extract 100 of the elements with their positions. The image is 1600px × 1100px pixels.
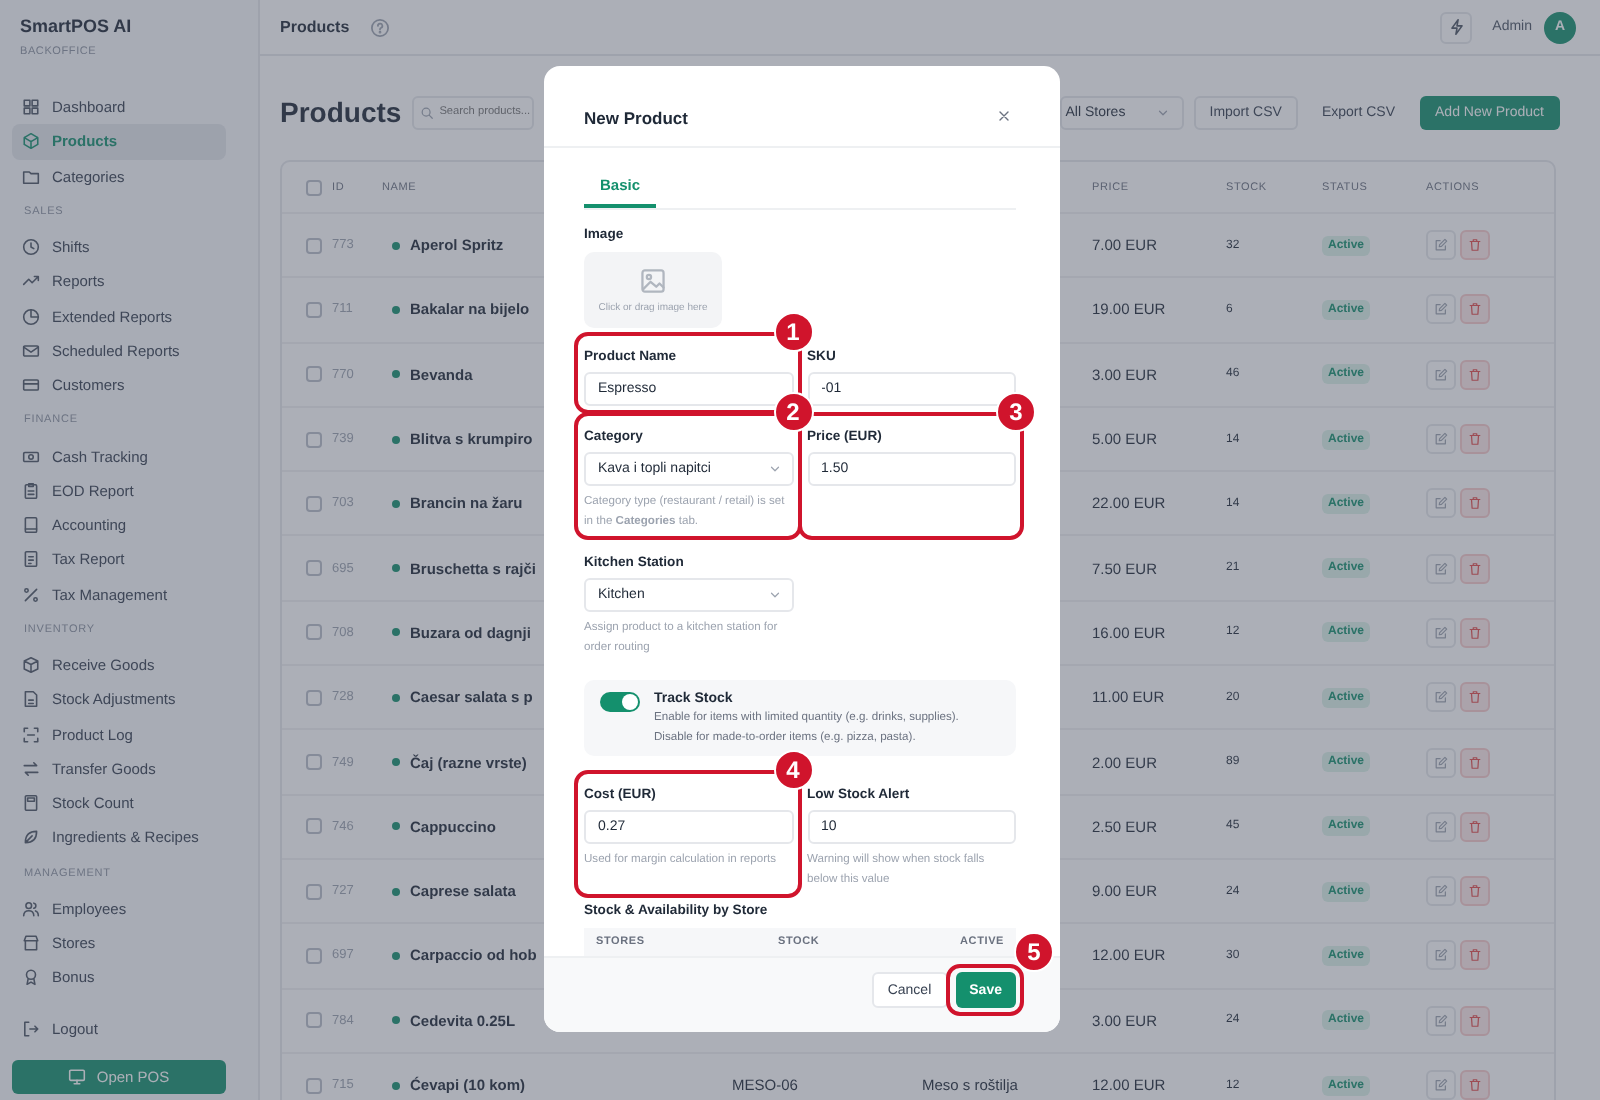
edit-button[interactable] <box>1426 940 1456 971</box>
edit-button[interactable] <box>1426 682 1456 713</box>
toggle-switch[interactable] <box>600 692 640 712</box>
checkbox[interactable] <box>306 560 322 577</box>
delete-button[interactable] <box>1460 294 1490 325</box>
trash-icon <box>1468 625 1482 640</box>
award-icon <box>22 968 40 987</box>
calculator-icon <box>22 794 40 813</box>
logout-icon <box>22 1019 40 1038</box>
monitor-icon <box>68 1067 87 1086</box>
trend-icon <box>22 272 40 291</box>
trash-icon <box>1468 302 1482 317</box>
trash-icon <box>1468 690 1482 705</box>
pencil-icon <box>1434 884 1448 899</box>
edit-button[interactable] <box>1426 553 1456 584</box>
delete-button[interactable] <box>1460 359 1490 390</box>
checkbox[interactable] <box>306 883 322 900</box>
delete-button[interactable] <box>1460 1005 1490 1036</box>
delete-button[interactable] <box>1460 617 1490 648</box>
chevron-icon <box>1155 105 1170 119</box>
lightning-button[interactable] <box>1440 11 1473 43</box>
page-heading: Products <box>280 96 402 128</box>
close-icon <box>996 108 1012 124</box>
status-dot <box>392 564 400 573</box>
checkbox[interactable] <box>306 237 322 254</box>
edit-button[interactable] <box>1426 1070 1456 1100</box>
status-dot <box>392 1081 400 1089</box>
edit-button[interactable] <box>1426 424 1456 455</box>
pencil-icon <box>1434 1013 1448 1028</box>
edit-button[interactable] <box>1426 811 1456 842</box>
trash-icon <box>1468 1013 1482 1028</box>
delete-button[interactable] <box>1460 876 1490 907</box>
delete-button[interactable] <box>1460 553 1490 584</box>
image-icon <box>640 267 666 293</box>
pencil-icon <box>1434 819 1448 834</box>
delete-button[interactable] <box>1460 424 1490 455</box>
status-dot <box>392 951 400 960</box>
delete-button[interactable] <box>1460 747 1490 778</box>
trash-icon <box>1468 238 1482 253</box>
status-dot <box>392 435 400 444</box>
trash-icon <box>1468 367 1482 382</box>
percent-icon <box>22 585 40 604</box>
checkbox[interactable] <box>306 1012 322 1029</box>
delete-button[interactable] <box>1460 682 1490 713</box>
checkbox[interactable] <box>306 624 322 641</box>
document-icon <box>22 550 40 569</box>
page-title: Products <box>280 18 350 36</box>
edit-button[interactable] <box>1426 1005 1456 1036</box>
trash-icon <box>1468 755 1482 770</box>
status-dot <box>392 370 400 379</box>
trash-icon <box>1468 432 1482 447</box>
status-dot <box>392 887 400 896</box>
store-icon <box>22 934 40 953</box>
checkbox[interactable] <box>306 301 322 318</box>
edit-button[interactable] <box>1426 617 1456 648</box>
status-dot <box>392 758 400 767</box>
checkbox[interactable] <box>306 754 322 771</box>
edit-button[interactable] <box>1426 488 1456 519</box>
help-icon <box>369 17 390 37</box>
edit-button[interactable] <box>1426 230 1456 261</box>
delete-button[interactable] <box>1460 230 1490 261</box>
trash-icon <box>1468 819 1482 834</box>
status-dot <box>392 241 400 250</box>
scan-icon <box>22 725 40 744</box>
status-dot <box>392 1016 400 1025</box>
edit-button[interactable] <box>1426 359 1456 390</box>
grid-icon <box>22 98 40 117</box>
highlight-frame <box>945 964 1024 1016</box>
checkbox[interactable] <box>306 818 322 835</box>
edit-button[interactable] <box>1426 294 1456 325</box>
clipboard-icon <box>22 481 40 500</box>
checkbox[interactable] <box>306 1077 322 1093</box>
chevron-icon <box>767 588 781 602</box>
checkbox[interactable] <box>306 431 322 448</box>
checkbox[interactable] <box>306 495 322 512</box>
transfer-arrows-icon <box>22 759 40 778</box>
status-dot <box>392 499 400 508</box>
checkbox[interactable] <box>306 179 322 195</box>
step-badge: 1 <box>773 312 813 352</box>
pencil-icon <box>1434 432 1448 447</box>
pencil-icon <box>1434 690 1448 705</box>
delete-button[interactable] <box>1460 1070 1490 1100</box>
delete-button[interactable] <box>1460 940 1490 971</box>
trash-icon <box>1468 496 1482 511</box>
delete-button[interactable] <box>1460 811 1490 842</box>
checkbox[interactable] <box>306 366 322 383</box>
status-dot <box>392 628 400 637</box>
edit-button[interactable] <box>1426 876 1456 907</box>
edit-button[interactable] <box>1426 747 1456 778</box>
envelope-icon <box>22 341 40 360</box>
trash-icon <box>1468 1078 1482 1092</box>
leaf-icon <box>22 828 40 847</box>
cash-icon <box>22 447 40 466</box>
status-dot <box>392 305 400 314</box>
dialog-title: New Product <box>584 106 688 130</box>
delete-button[interactable] <box>1460 488 1490 519</box>
checkbox[interactable] <box>306 689 322 706</box>
pencil-icon <box>1434 561 1448 576</box>
checkbox[interactable] <box>306 947 322 964</box>
step-badge: 5 <box>1014 932 1054 972</box>
